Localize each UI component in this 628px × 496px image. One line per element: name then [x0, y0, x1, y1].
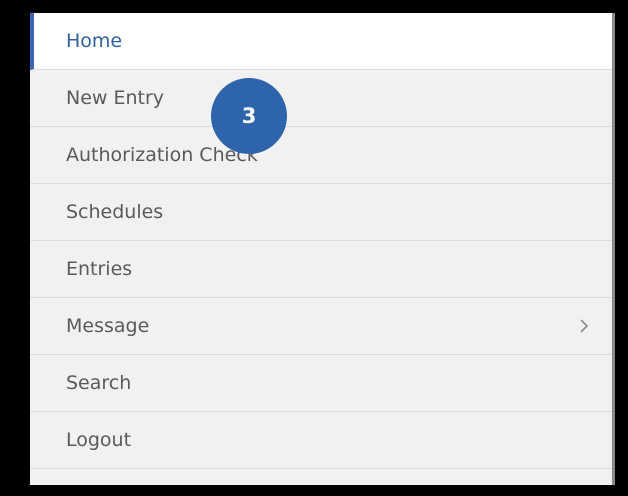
menu-item-authorization-check[interactable]: Authorization Check	[30, 127, 615, 184]
menu-item-label: Logout	[66, 429, 132, 451]
chevron-right-icon	[577, 317, 591, 335]
menu-item-message[interactable]: Message	[30, 298, 615, 355]
menu-item-search[interactable]: Search	[30, 355, 615, 412]
navigation-menu: Home New Entry Authorization Check Sched…	[30, 13, 615, 485]
menu-item-label: Message	[66, 315, 150, 337]
menu-item-label: Schedules	[66, 201, 164, 223]
menu-item-label: Entries	[66, 258, 133, 280]
menu-item-logout[interactable]: Logout	[30, 412, 615, 469]
menu-item-entries[interactable]: Entries	[30, 241, 615, 298]
menu-item-new-entry[interactable]: New Entry	[30, 70, 615, 127]
menu-item-home[interactable]: Home	[30, 13, 615, 70]
menu-item-label: Search	[66, 372, 132, 394]
menu-item-schedules[interactable]: Schedules	[30, 184, 615, 241]
menu-item-label: Home	[66, 30, 123, 52]
menu-right-border	[612, 13, 615, 485]
screenshot-frame: Home New Entry Authorization Check Sched…	[0, 0, 628, 496]
menu-item-label: New Entry	[66, 87, 165, 109]
menu-item-label: Authorization Check	[66, 144, 258, 166]
